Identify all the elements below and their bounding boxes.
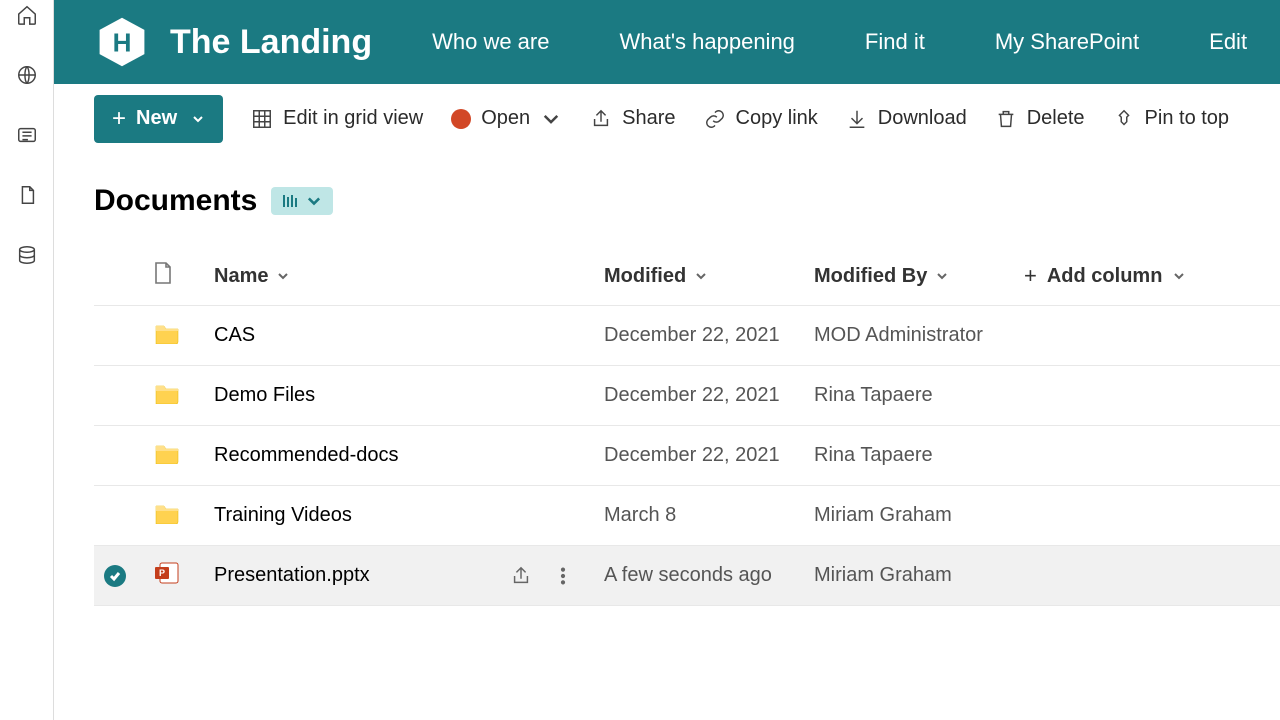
delete-button[interactable]: Delete — [995, 107, 1085, 130]
item-modified-by: Rina Tapaere — [814, 444, 1024, 467]
item-modified-by: Rina Tapaere — [814, 384, 1024, 407]
chevron-down-icon — [276, 269, 290, 283]
nav-find-it[interactable]: Find it — [865, 29, 925, 55]
folder-icon — [154, 322, 180, 344]
app-rail — [0, 0, 54, 720]
document-table: Name Modified Modified By +Add column CA… — [54, 246, 1280, 606]
chevron-down-icon — [540, 108, 562, 130]
table-row[interactable]: Demo Files December 22, 2021 Rina Tapaer… — [94, 366, 1280, 426]
item-name[interactable]: Presentation.pptx — [214, 564, 370, 587]
chevron-down-icon — [694, 269, 708, 283]
chevron-down-icon — [305, 192, 323, 210]
chevron-down-icon — [1172, 269, 1186, 283]
folder-icon — [154, 442, 180, 464]
pin-icon — [1113, 108, 1135, 130]
table-body: CAS December 22, 2021 MOD Administrator … — [94, 306, 1280, 606]
pin-button[interactable]: Pin to top — [1113, 107, 1230, 130]
add-column-button[interactable]: +Add column — [1024, 263, 1274, 289]
trash-icon — [995, 108, 1017, 130]
edit-grid-button[interactable]: Edit in grid view — [251, 107, 423, 130]
nav-who-we-are[interactable]: Who we are — [432, 29, 549, 55]
plus-icon: + — [112, 105, 126, 133]
library-view-icon — [281, 192, 299, 210]
site-title[interactable]: The Landing — [170, 23, 372, 62]
svg-text:H: H — [113, 27, 132, 57]
chevron-down-icon — [935, 269, 949, 283]
item-modified-by: MOD Administrator — [814, 324, 1024, 347]
table-header: Name Modified Modified By +Add column — [94, 246, 1280, 306]
plus-icon: + — [1024, 263, 1037, 289]
table-row[interactable]: CAS December 22, 2021 MOD Administrator — [94, 306, 1280, 366]
library-title: Documents — [94, 184, 257, 218]
table-row[interactable]: P Presentation.pptx A few seconds ago Mi… — [94, 546, 1280, 606]
news-icon[interactable] — [16, 124, 38, 146]
item-name[interactable]: Demo Files — [214, 384, 315, 407]
item-modified-by: Miriam Graham — [814, 564, 1024, 587]
download-icon — [846, 108, 868, 130]
col-modified[interactable]: Modified — [604, 265, 814, 288]
powerpoint-file-icon: P — [154, 561, 180, 585]
share-button[interactable]: Share — [590, 107, 675, 130]
item-name[interactable]: Recommended-docs — [214, 444, 399, 467]
nav-edit[interactable]: Edit — [1209, 29, 1247, 55]
item-name[interactable]: CAS — [214, 324, 255, 347]
globe-icon[interactable] — [16, 64, 38, 86]
top-nav: Who we are What's happening Find it My S… — [432, 29, 1247, 55]
download-button[interactable]: Download — [846, 107, 967, 130]
view-selector[interactable] — [271, 187, 333, 215]
table-row[interactable]: Recommended-docs December 22, 2021 Rina … — [94, 426, 1280, 486]
command-bar: + New Edit in grid view Open Share Copy … — [54, 84, 1280, 154]
row-actions — [510, 565, 574, 587]
new-label: New — [136, 107, 177, 130]
grid-icon — [251, 108, 273, 130]
table-row[interactable]: Training Videos March 8 Miriam Graham — [94, 486, 1280, 546]
folder-icon — [154, 382, 180, 404]
copy-link-button[interactable]: Copy link — [704, 107, 818, 130]
selected-check-icon[interactable] — [104, 565, 126, 587]
folder-icon — [154, 502, 180, 524]
file-type-icon[interactable] — [154, 262, 172, 284]
item-modified: December 22, 2021 — [604, 384, 814, 407]
file-icon[interactable] — [16, 184, 38, 206]
item-modified: December 22, 2021 — [604, 444, 814, 467]
item-name[interactable]: Training Videos — [214, 504, 352, 527]
library-title-row: Documents — [54, 154, 1280, 246]
col-name[interactable]: Name — [214, 265, 604, 288]
site-logo[interactable]: H — [94, 14, 150, 70]
share-icon — [590, 108, 612, 130]
open-button[interactable]: Open — [451, 107, 562, 130]
chevron-down-icon — [191, 112, 205, 126]
new-button[interactable]: + New — [94, 95, 223, 143]
svg-text:P: P — [159, 568, 165, 578]
more-icon[interactable] — [552, 565, 574, 587]
item-modified: A few seconds ago — [604, 564, 814, 587]
site-header: H The Landing Who we are What's happenin… — [54, 0, 1280, 84]
item-modified-by: Miriam Graham — [814, 504, 1024, 527]
item-modified: December 22, 2021 — [604, 324, 814, 347]
home-icon[interactable] — [16, 4, 38, 26]
nav-whats-happening[interactable]: What's happening — [619, 29, 794, 55]
col-modified-by[interactable]: Modified By — [814, 265, 1024, 288]
main-area: H The Landing Who we are What's happenin… — [54, 0, 1280, 720]
share-row-icon[interactable] — [510, 565, 532, 587]
powerpoint-icon — [451, 109, 471, 129]
item-modified: March 8 — [604, 504, 814, 527]
nav-my-sharepoint[interactable]: My SharePoint — [995, 29, 1139, 55]
database-icon[interactable] — [16, 244, 38, 266]
link-icon — [704, 108, 726, 130]
